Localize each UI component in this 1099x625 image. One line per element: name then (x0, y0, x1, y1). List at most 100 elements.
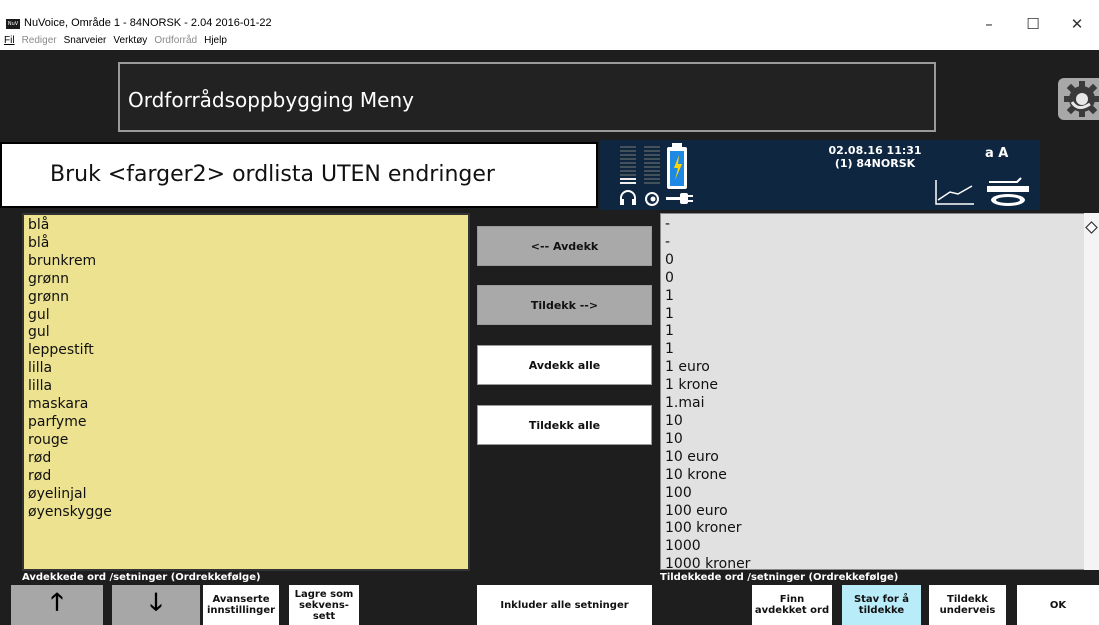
menu-help[interactable]: Hjelp (204, 35, 227, 46)
list-item[interactable]: 0 (665, 252, 1080, 270)
speech-rate-chart-icon (935, 180, 974, 205)
spell-to-cover-label: Stav for å tildekke (854, 594, 909, 616)
title-bar: NuV NuVoice, Område 1 - 84NORSK - 2.04 2… (0, 0, 1099, 50)
plug-icon (666, 193, 693, 204)
list-item[interactable]: 10 (665, 431, 1080, 449)
list-item[interactable]: - (665, 216, 1080, 234)
instruction-box: Bruk <farger2> ordlista UTEN endringer (0, 142, 598, 208)
datetime-text: 02.08.16 11:31 (828, 144, 922, 157)
minimize-button[interactable]: – (967, 10, 1011, 38)
advanced-settings-line1: Avanserte (212, 594, 270, 605)
settings-button[interactable] (1058, 78, 1099, 120)
save-sequence-set-line1: Lagre som (294, 588, 354, 600)
list-item[interactable]: 1.mai (665, 395, 1080, 413)
list-item[interactable]: 0 (665, 270, 1080, 288)
save-sequence-set-line2: sekvens-sett (299, 599, 349, 622)
reveal-button[interactable]: <-- Avdekk (477, 226, 652, 266)
list-item[interactable]: parfyme (28, 414, 464, 432)
profile-text: (1) 84NORSK (834, 157, 916, 170)
cover-button[interactable]: Tildekk --> (477, 285, 652, 325)
covered-words-list[interactable]: - - 0 0 1 1 1 1 1 euro 1 krone 1.mai 10 … (660, 213, 1085, 570)
covered-list-scrollbar[interactable] (1084, 213, 1099, 570)
save-sequence-set-button[interactable]: Lagre som sekvens-sett (289, 585, 359, 625)
spell-to-cover-button[interactable]: Stav for å tildekke (842, 585, 921, 625)
spell-to-cover-line1: Stav for å (853, 594, 910, 605)
revealed-list-label: Avdekkede ord /setninger (Ordrekkefølge) (22, 572, 261, 583)
instruction-text: Bruk <farger2> ordlista UTEN endringer (50, 162, 495, 187)
list-item[interactable]: 100 kroner (665, 520, 1080, 538)
maximize-button[interactable]: ☐ (1011, 10, 1055, 38)
list-item[interactable]: blå (28, 235, 464, 253)
list-item[interactable]: brunkrem (28, 253, 464, 271)
list-item[interactable]: - (665, 234, 1080, 252)
close-button[interactable]: ✕ (1055, 10, 1099, 38)
text-size-indicator[interactable]: a A (985, 146, 1008, 161)
spell-to-cover-line2: tildekke (858, 605, 905, 616)
move-down-button[interactable]: 🡓 (112, 585, 200, 625)
list-item[interactable]: gul (28, 324, 464, 342)
list-item[interactable]: 1 krone (665, 377, 1080, 395)
menu-file[interactable]: Fil (4, 35, 15, 46)
list-item[interactable]: 1 euro (665, 359, 1080, 377)
battery-icon (667, 143, 687, 189)
gear-icon (1064, 81, 1099, 117)
list-item[interactable]: øyenskygge (28, 504, 464, 522)
list-item[interactable]: 10 (665, 413, 1080, 431)
menu-tools[interactable]: Verktøy (113, 35, 147, 46)
list-item[interactable]: grønn (28, 271, 464, 289)
list-item[interactable]: lilla (28, 378, 464, 396)
covered-list-label: Tildekkede ord /setninger (Ordrekkefølge… (660, 572, 899, 583)
list-item[interactable]: rød (28, 450, 464, 468)
revealed-words-list[interactable]: blå blå brunkrem grønn grønn gul gul lep… (22, 213, 470, 571)
list-item[interactable]: grønn (28, 289, 464, 307)
find-revealed-word-line2: avdekket ord (754, 605, 830, 616)
speaker-icon (645, 192, 659, 206)
cover-all-button[interactable]: Tildekk alle (477, 405, 652, 445)
list-item[interactable]: 1 (665, 306, 1080, 324)
cover-along-line2: underveis (939, 605, 996, 616)
list-item[interactable]: blå (28, 217, 464, 235)
list-item[interactable]: lilla (28, 360, 464, 378)
list-item[interactable]: 1000 kroner (665, 556, 1080, 569)
reveal-all-button[interactable]: Avdekk alle (477, 345, 652, 385)
include-all-sentences-button[interactable]: Inkluder alle setninger (477, 585, 652, 625)
cover-along-line1: Tildekk (947, 594, 988, 605)
mic-meter (644, 146, 660, 190)
window-controls: – ☐ ✕ (967, 10, 1099, 38)
keyboard-display-icon (987, 177, 1029, 206)
arrow-up-icon: 🡑 (50, 587, 64, 616)
list-item[interactable]: leppestift (28, 342, 464, 360)
page-title: Ordforrådsoppbygging Meny (128, 88, 414, 112)
find-revealed-word-label: Finn avdekket ord (755, 594, 829, 616)
advanced-settings-button[interactable]: Avanserte innstillinger (203, 585, 279, 625)
ok-button[interactable]: OK (1017, 585, 1099, 625)
list-item[interactable]: rød (28, 468, 464, 486)
menu-vocabulary[interactable]: Ordforråd (154, 35, 197, 46)
list-item[interactable]: gul (28, 307, 464, 325)
list-item[interactable]: rouge (28, 432, 464, 450)
list-item[interactable]: 1 (665, 288, 1080, 306)
move-up-button[interactable]: 🡑 (11, 585, 103, 625)
menu-edit[interactable]: Rediger (22, 35, 57, 46)
list-item[interactable]: 100 (665, 485, 1080, 503)
list-item[interactable]: øyelinjal (28, 486, 464, 504)
status-datetime-area: 02.08.16 11:31 (1) 84NORSK (820, 144, 930, 170)
list-item[interactable]: 1000 (665, 538, 1080, 556)
list-item[interactable]: 1 (665, 323, 1080, 341)
arrow-down-icon: 🡓 (149, 587, 163, 616)
cover-along-button[interactable]: Tildekk underveis (929, 585, 1006, 625)
list-item[interactable]: maskara (28, 396, 464, 414)
volume-meter (620, 146, 636, 190)
list-item[interactable]: 1 (665, 341, 1080, 359)
menu-bar: Fil Rediger Snarveier Verktøy Ordforråd … (4, 35, 227, 46)
find-revealed-word-button[interactable]: Finn avdekket ord (752, 585, 832, 625)
cover-along-label: Tildekk underveis (940, 594, 996, 616)
page-title-box: Ordforrådsoppbygging Meny (118, 62, 936, 132)
advanced-settings-label: Avanserte innstillinger (207, 594, 275, 616)
list-item[interactable]: 100 euro (665, 503, 1080, 521)
list-item[interactable]: 10 euro (665, 449, 1080, 467)
save-sequence-set-label: Lagre som sekvens-sett (289, 589, 359, 622)
menu-shortcuts[interactable]: Snarveier (64, 35, 107, 46)
headphones-icon (620, 190, 636, 205)
list-item[interactable]: 10 krone (665, 467, 1080, 485)
